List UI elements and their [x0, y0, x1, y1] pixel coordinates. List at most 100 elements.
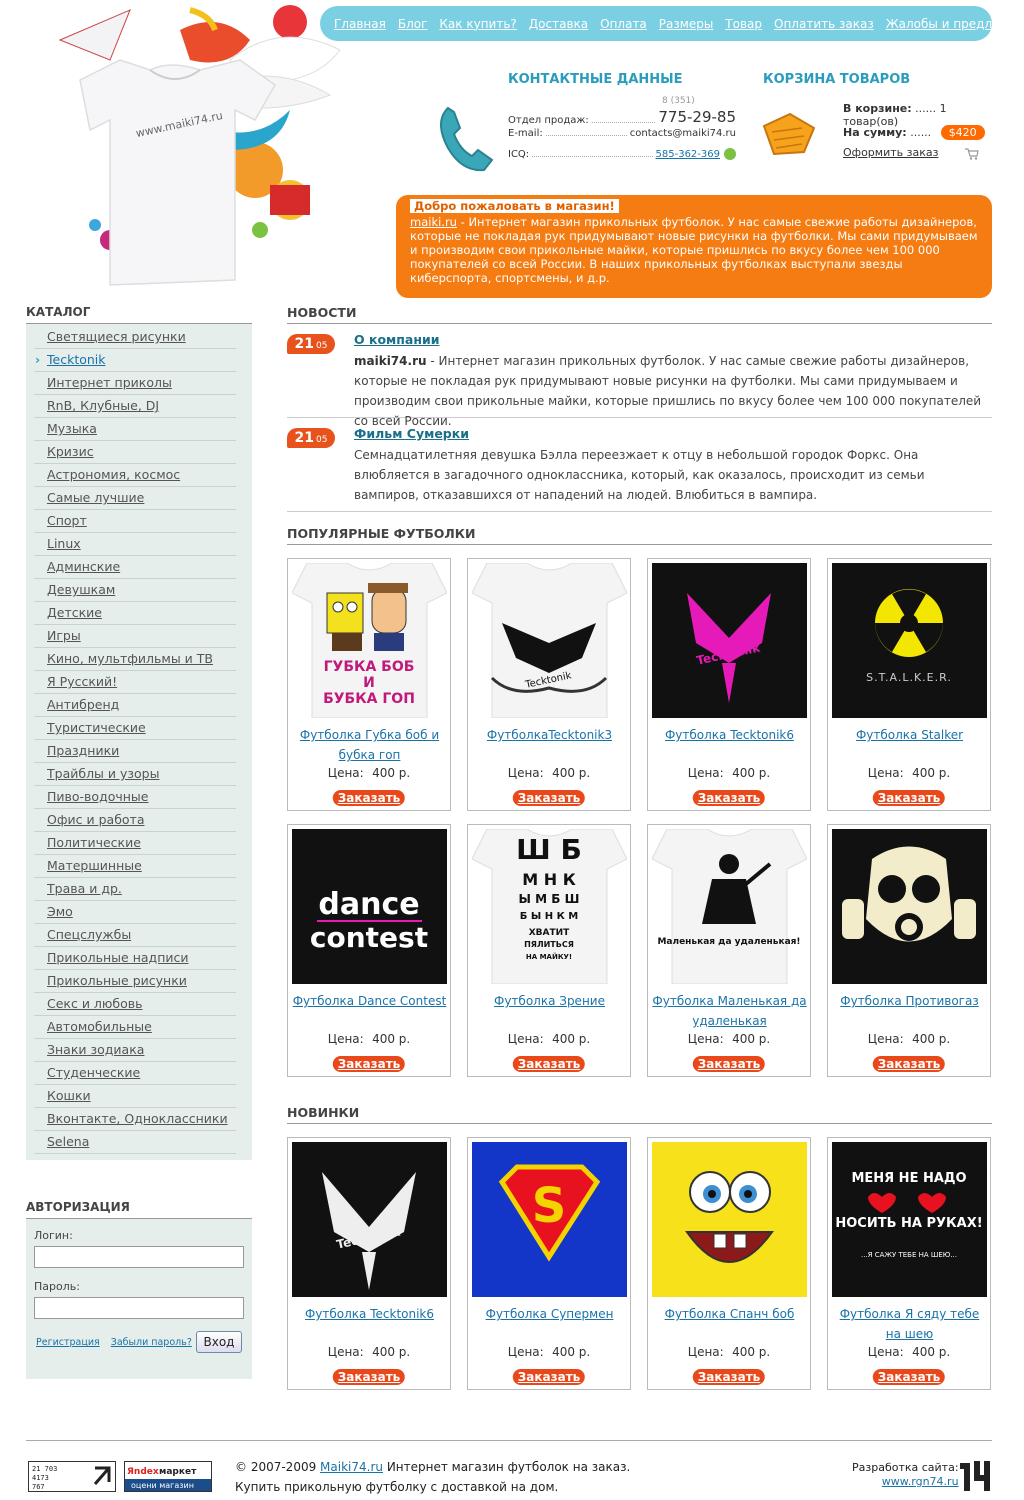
cart-title: КОРЗИНА ТОВАРОВ [763, 72, 911, 87]
nav-delivery[interactable]: Доставка [529, 17, 588, 31]
order-button[interactable]: Заказать [692, 1369, 766, 1385]
nav-products[interactable]: Товар [725, 17, 762, 31]
order-button[interactable]: Заказать [512, 1369, 586, 1385]
login-button[interactable]: Вход [196, 1331, 242, 1353]
product-image[interactable]: МЕНЯ НЕ НАДО НОСИТЬ НА РУКАХ! ...Я САЖУ … [832, 1142, 987, 1297]
product-name-link[interactable]: Футболка Супермен [472, 1304, 627, 1324]
nav-pay-order[interactable]: Оплатить заказ [774, 17, 874, 31]
catalog-item[interactable]: Антибренд [34, 694, 236, 717]
catalog-item[interactable]: Игры [34, 625, 236, 648]
catalog-item[interactable]: Студенческие [34, 1062, 236, 1085]
catalog-item[interactable]: Трава и др. [34, 878, 236, 901]
nav-sizes[interactable]: Размеры [659, 17, 714, 31]
product-name-link[interactable]: Футболка Dance Contest [292, 991, 447, 1011]
product-image[interactable]: S [472, 1142, 627, 1297]
developer-link[interactable]: www.rgn74.ru [882, 1475, 959, 1488]
catalog-item[interactable]: Политические [34, 832, 236, 855]
product-name-link[interactable]: Футболка Зрение [472, 991, 627, 1011]
product-image[interactable]: Tecktonik [472, 563, 627, 718]
order-button[interactable]: Заказать [872, 1369, 946, 1385]
product-name-link[interactable]: Футболка Tecktonik6 [652, 725, 807, 745]
catalog-item[interactable]: Selena [34, 1131, 236, 1154]
catalog-item[interactable]: Linux [34, 533, 236, 556]
order-button[interactable]: Заказать [872, 1056, 946, 1072]
product-image[interactable]: Ш Б М Н К Ы М Б Ш Б Ы Н К М ХВАТИТ ПЯЛИТЬСЯ НА… [472, 829, 627, 984]
catalog-item[interactable]: Девушкам [34, 579, 236, 602]
liveinternet-counter[interactable]: 21 703 4173 767 [28, 1461, 116, 1492]
product-image[interactable] [652, 1142, 807, 1297]
product-name-link[interactable]: Футболка Губка боб и бубка гоп [292, 725, 447, 765]
nav-blog[interactable]: Блог [398, 17, 428, 31]
nav-home[interactable]: Главная [334, 17, 386, 31]
welcome-site-link[interactable]: maiki.ru [410, 215, 457, 229]
footer-site-link[interactable]: Maiki74.ru [320, 1460, 383, 1474]
catalog-item[interactable]: Кризис [34, 441, 236, 464]
catalog-item[interactable]: Кино, мультфильмы и ТВ [34, 648, 236, 671]
product-image[interactable]: Tecktonik [652, 563, 807, 718]
catalog-item[interactable]: Прикольные надписи [34, 947, 236, 970]
product-name-link[interactable]: Футболка Stalker [832, 725, 987, 745]
catalog-item[interactable]: Админские [34, 556, 236, 579]
order-button[interactable]: Заказать [692, 790, 766, 806]
product-name-link[interactable]: Футболка Я сяду тебе на шею [832, 1304, 987, 1344]
login-input[interactable] [34, 1246, 244, 1268]
catalog-item[interactable]: Музыка [34, 418, 236, 441]
order-button[interactable]: Заказать [332, 1056, 406, 1072]
catalog-title: КАТАЛОГ [26, 305, 252, 324]
catalog-item[interactable]: Знаки зодиака [34, 1039, 236, 1062]
order-button[interactable]: Заказать [332, 1369, 406, 1385]
product-name-link[interactable]: Футболка Tecktonik6 [292, 1304, 447, 1324]
checkout-link[interactable]: Оформить заказ [843, 146, 938, 159]
product-name-link[interactable]: ФутболкаTecktonik3 [472, 725, 627, 745]
product-name-link[interactable]: Футболка Противогаз [832, 991, 987, 1011]
news-title-link[interactable]: О компании [354, 332, 440, 347]
catalog-item[interactable]: Пиво-водочные [34, 786, 236, 809]
catalog-item[interactable]: Я Русский! [34, 671, 236, 694]
catalog-item[interactable]: Автомобильные [34, 1016, 236, 1039]
order-button[interactable]: Заказать [872, 790, 946, 806]
catalog-item[interactable]: Астрономия, космос [34, 464, 236, 487]
product-name-link[interactable]: Футболка Маленькая да удаленькая [652, 991, 807, 1031]
catalog-item[interactable]: Туристические [34, 717, 236, 740]
catalog-item[interactable]: Секс и любовь [34, 993, 236, 1016]
product-card: МЕНЯ НЕ НАДО НОСИТЬ НА РУКАХ! ...Я САЖУ … [827, 1137, 991, 1390]
catalog-item[interactable]: Кошки [34, 1085, 236, 1108]
product-image[interactable]: S.T.A.L.K.E.R. [832, 563, 987, 718]
forgot-password-link[interactable]: Забыли пароль? [111, 1337, 192, 1348]
icq-link[interactable]: 585-362-369 [656, 149, 720, 160]
catalog-item[interactable]: Самые лучшие [34, 487, 236, 510]
catalog-item[interactable]: Спецслужбы [34, 924, 236, 947]
order-button[interactable]: Заказать [692, 1056, 766, 1072]
product-image[interactable]: dance contest [292, 829, 447, 984]
product-image[interactable]: Tecktonik [292, 1142, 447, 1297]
catalog-item[interactable]: Tecktonik [34, 349, 236, 372]
product-image[interactable]: ГУБКА БОБ И БУБКА ГОП [292, 563, 447, 718]
svg-text:Яndex: Яndex [127, 1467, 159, 1477]
catalog-item[interactable]: Матершинные [34, 855, 236, 878]
register-link[interactable]: Регистрация [36, 1337, 100, 1348]
nav-payment[interactable]: Оплата [600, 17, 647, 31]
catalog-item[interactable]: Прикольные рисунки [34, 970, 236, 993]
catalog-item[interactable]: Светящиеся рисунки [34, 326, 236, 349]
catalog-item[interactable]: Интернет приколы [34, 372, 236, 395]
catalog-item[interactable]: Вконтакте, Одноклассники [34, 1108, 236, 1131]
yandex-market-badge[interactable]: Яndex маркет оцени магазин [124, 1461, 212, 1492]
order-button[interactable]: Заказать [332, 790, 406, 806]
catalog-item[interactable]: Детские [34, 602, 236, 625]
product-name-link[interactable]: Футболка Спанч боб [652, 1304, 807, 1324]
nav-how-to-buy[interactable]: Как купить? [439, 17, 516, 31]
welcome-title: Добро пожаловать в магазин! [410, 199, 619, 213]
order-button[interactable]: Заказать [512, 790, 586, 806]
nav-feedback[interactable]: Жалобы и предложения [886, 17, 1024, 31]
catalog-item[interactable]: Спорт [34, 510, 236, 533]
catalog-item[interactable]: RnB, Клубные, DJ [34, 395, 236, 418]
catalog-item[interactable]: Офис и работа [34, 809, 236, 832]
product-image[interactable] [832, 829, 987, 984]
catalog-item[interactable]: Эмо [34, 901, 236, 924]
password-input[interactable] [34, 1297, 244, 1319]
news-title-link[interactable]: Фильм Сумерки [354, 426, 469, 441]
catalog-item[interactable]: Трайблы и узоры [34, 763, 236, 786]
product-image[interactable]: Маленькая да удаленькая! [652, 829, 807, 984]
order-button[interactable]: Заказать [512, 1056, 586, 1072]
catalog-item[interactable]: Праздники [34, 740, 236, 763]
